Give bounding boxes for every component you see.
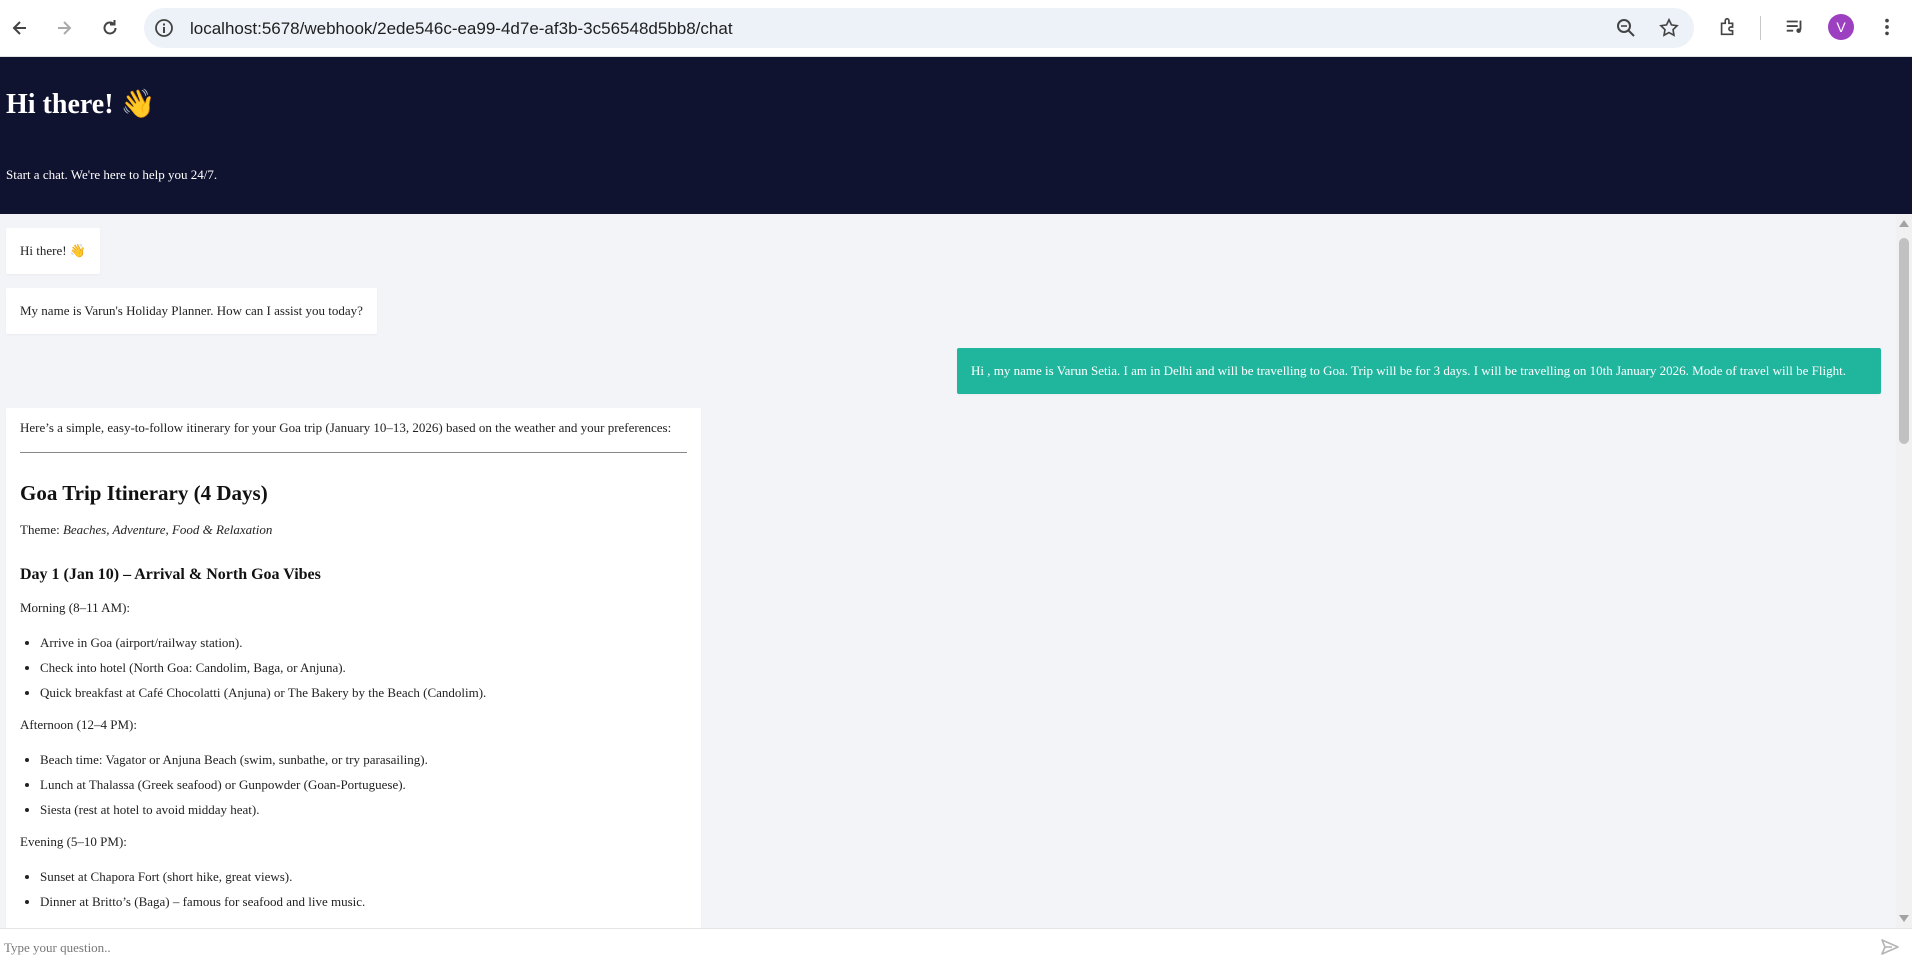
day1-title: Day 1 (Jan 10) – Arrival & North Goa Vib… — [20, 566, 321, 583]
morning-list: Arrive in Goa (airport/railway station).… — [20, 634, 687, 701]
scroll-up-arrow-icon[interactable] — [1899, 220, 1909, 227]
list-item: Sunset at Chapora Fort (short hike, grea… — [40, 868, 687, 885]
evening-label: Evening (5–10 PM): — [20, 834, 127, 849]
profile-avatar[interactable]: V — [1828, 14, 1854, 40]
evening-list: Sunset at Chapora Fort (short hike, grea… — [20, 868, 687, 910]
send-icon[interactable] — [1880, 937, 1900, 957]
list-item: Lunch at Thalassa (Greek seafood) or Gun… — [40, 776, 687, 793]
bookmark-star-icon[interactable] — [1658, 17, 1680, 39]
list-item: Dinner at Britto’s (Baga) – famous for s… — [40, 893, 687, 910]
toolbar-separator — [1760, 16, 1761, 40]
chat-input[interactable] — [0, 935, 1866, 961]
more-menu-icon[interactable] — [1876, 16, 1898, 38]
url-text[interactable]: localhost:5678/webhook/2ede546c-ea99-4d7… — [190, 19, 733, 39]
itinerary-theme: Theme: Beaches, Adventure, Food & Relaxa… — [20, 522, 687, 538]
bot-message-greeting: Hi there! 👋 — [6, 228, 100, 274]
afternoon-label: Afternoon (12–4 PM): — [20, 717, 137, 732]
site-info-icon[interactable] — [154, 18, 174, 38]
messages-scrollbar[interactable] — [1896, 214, 1912, 928]
messages-area[interactable]: Hi there! 👋 My name is Varun's Holiday P… — [0, 214, 1896, 928]
list-item: Arrive in Goa (airport/railway station). — [40, 634, 687, 651]
chat-header: Hi there! 👋 Start a chat. We're here to … — [0, 57, 1912, 214]
forward-button[interactable] — [50, 14, 78, 42]
extensions-puzzle-icon[interactable] — [1717, 16, 1739, 38]
zoom-icon[interactable] — [1616, 18, 1636, 38]
browser-toolbar: localhost:5678/webhook/2ede546c-ea99-4d7… — [0, 0, 1912, 57]
user-message: Hi , my name is Varun Setia. I am in Del… — [957, 348, 1881, 394]
morning-label: Morning (8–11 AM): — [20, 600, 131, 615]
chat-input-bar — [0, 928, 1912, 965]
bot-message-intro: My name is Varun's Holiday Planner. How … — [6, 288, 377, 334]
afternoon-list: Beach time: Vagator or Anjuna Beach (swi… — [20, 751, 687, 818]
forward-arrow-icon — [58, 21, 72, 35]
media-controls-icon[interactable] — [1784, 16, 1806, 38]
back-arrow-icon — [12, 21, 26, 35]
list-item: Siesta (rest at hotel to avoid midday he… — [40, 801, 687, 818]
chat-title: Hi there! 👋 — [6, 89, 156, 120]
address-bar[interactable]: localhost:5678/webhook/2ede546c-ea99-4d7… — [144, 8, 1694, 48]
itinerary-title: Goa Trip Itinerary (4 Days) — [20, 481, 268, 505]
reload-button[interactable] — [96, 14, 124, 42]
divider — [20, 452, 687, 453]
theme-label: Theme: — [20, 522, 63, 537]
bot-message-itinerary: Here’s a simple, easy-to-follow itinerar… — [6, 408, 701, 928]
back-button[interactable] — [6, 14, 34, 42]
list-item: Beach time: Vagator or Anjuna Beach (swi… — [40, 751, 687, 768]
list-item: Quick breakfast at Café Chocolatti (Anju… — [40, 684, 687, 701]
list-item: Check into hotel (North Goa: Candolim, B… — [40, 659, 687, 676]
scrollbar-thumb[interactable] — [1899, 238, 1909, 444]
scroll-down-arrow-icon[interactable] — [1899, 915, 1909, 922]
reload-icon — [103, 20, 117, 35]
theme-value: Beaches, Adventure, Food & Relaxation — [62, 522, 273, 537]
chat-subtitle: Start a chat. We're here to help you 24/… — [6, 167, 218, 182]
itinerary-intro: Here’s a simple, easy-to-follow itinerar… — [20, 420, 672, 435]
